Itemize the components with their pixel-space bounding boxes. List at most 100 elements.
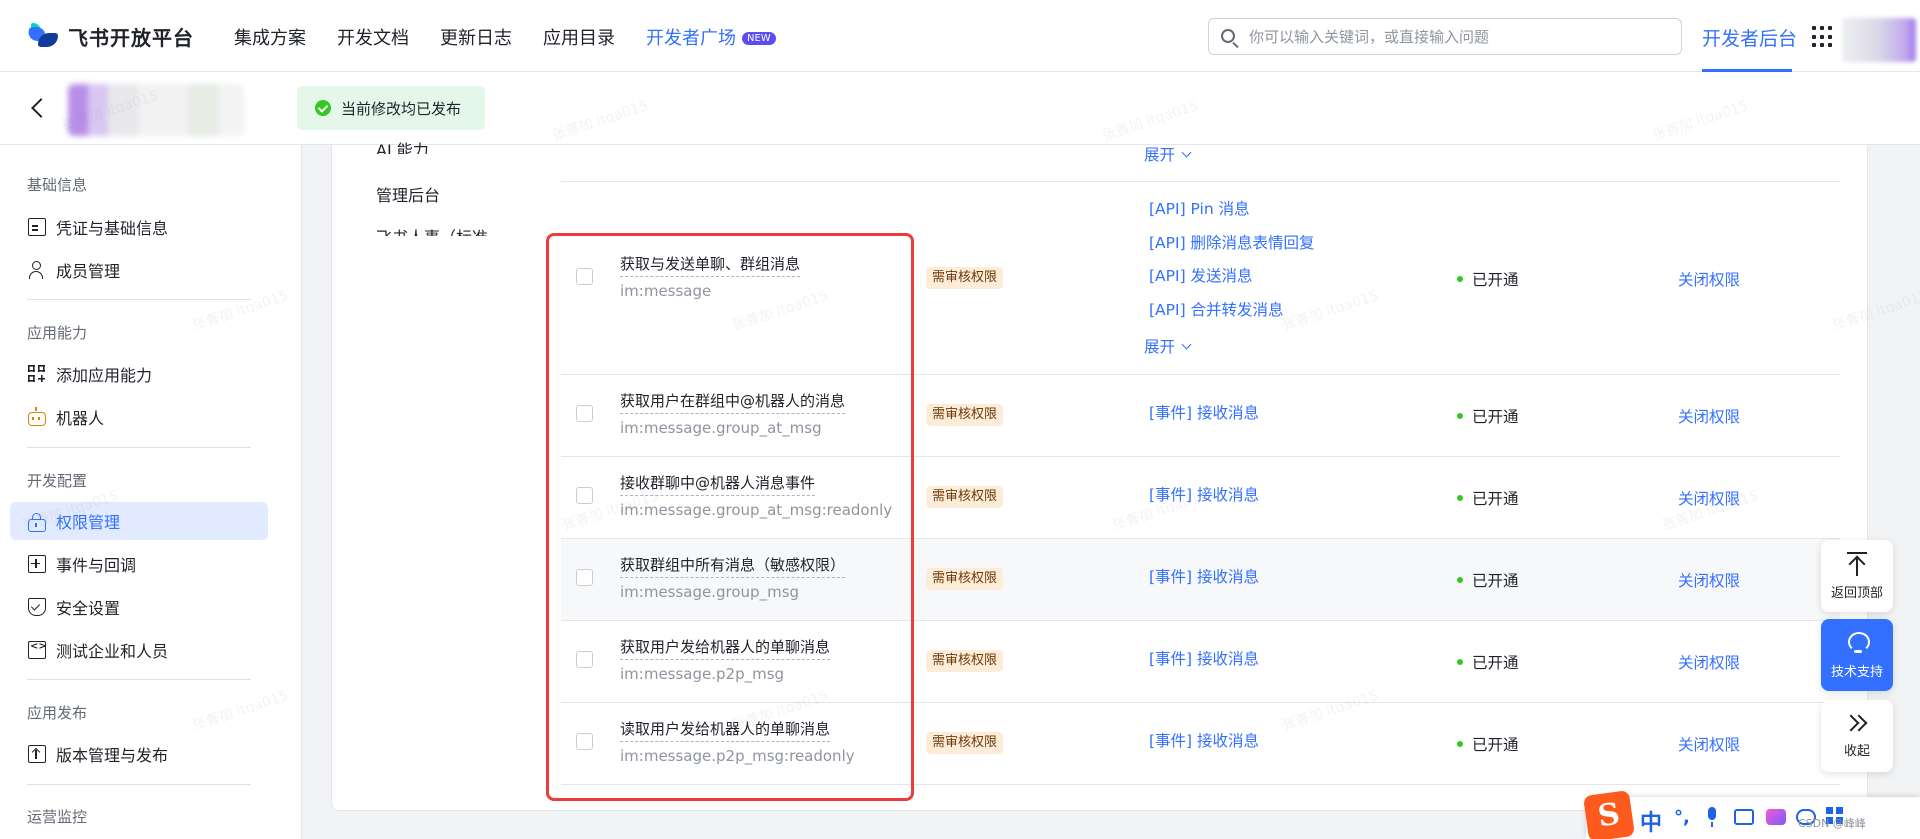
sidebar: 基础信息 凭证与基础信息 成员管理 应用能力 添加应用能力 机器人 开发配置 权… bbox=[0, 145, 302, 839]
sidebar-item-add-capability[interactable]: 添加应用能力 bbox=[10, 355, 268, 393]
category-corehr[interactable]: 飞书人事（标准 bbox=[376, 224, 488, 236]
robot-icon bbox=[28, 407, 46, 426]
permission-name: 接收群聊中@机器人消息事件 bbox=[620, 472, 816, 496]
status-dot-icon bbox=[1457, 413, 1463, 419]
keyboard-icon[interactable] bbox=[1734, 809, 1754, 825]
permission-list-card bbox=[331, 145, 1868, 811]
api-link[interactable]: [事件] 接收消息 bbox=[1149, 647, 1259, 669]
category-ai[interactable]: AI 能力 bbox=[376, 137, 429, 154]
row-divider bbox=[561, 702, 1840, 703]
expand-link[interactable]: 展开 bbox=[1144, 143, 1192, 165]
review-required-tag: 需审核权限 bbox=[926, 267, 1004, 289]
sidebar-section-basic: 基础信息 bbox=[27, 176, 88, 194]
sidebar-item-label: 成员管理 bbox=[56, 262, 121, 281]
sidebar-item-permissions[interactable]: 权限管理 bbox=[10, 502, 268, 540]
status-badge: 已开通 bbox=[1457, 487, 1519, 509]
permission-checkbox[interactable] bbox=[576, 569, 593, 586]
collapse-label: 收起 bbox=[1843, 743, 1870, 759]
tech-support-button[interactable]: 技术支持 bbox=[1821, 619, 1893, 691]
headset-icon bbox=[1845, 631, 1870, 655]
microphone-icon[interactable] bbox=[1702, 807, 1722, 827]
user-avatar[interactable] bbox=[1842, 18, 1916, 62]
permission-checkbox[interactable] bbox=[576, 651, 593, 668]
event-icon bbox=[28, 555, 46, 573]
sogou-ime-logo[interactable]: S bbox=[1583, 790, 1635, 839]
api-link[interactable]: [事件] 接收消息 bbox=[1149, 401, 1259, 423]
api-link[interactable]: [API] Pin 消息 bbox=[1149, 197, 1250, 219]
top-nav: 飞书开放平台 集成方案 开发文档 更新日志 应用目录 开发者广场 NEW 开发者后… bbox=[0, 0, 1920, 72]
permission-icon bbox=[28, 512, 46, 532]
category-admin[interactable]: 管理后台 bbox=[376, 182, 440, 206]
nav-link-developer-plaza-label: 开发者广场 bbox=[646, 28, 736, 49]
close-permission-button[interactable]: 关闭权限 bbox=[1678, 487, 1740, 509]
review-required-tag: 需审核权限 bbox=[926, 650, 1004, 672]
sidebar-item-credentials[interactable]: 凭证与基础信息 bbox=[10, 208, 268, 246]
sidebar-divider bbox=[27, 679, 251, 680]
search-icon bbox=[1221, 29, 1235, 43]
publish-status-text: 当前修改均已发布 bbox=[341, 99, 462, 118]
sidebar-item-label: 版本管理与发布 bbox=[56, 746, 169, 765]
api-link[interactable]: [API] 合并转发消息 bbox=[1149, 298, 1284, 320]
api-link[interactable]: [API] 发送消息 bbox=[1149, 264, 1253, 286]
close-permission-button[interactable]: 关闭权限 bbox=[1678, 733, 1740, 755]
status-badge: 已开通 bbox=[1457, 268, 1519, 290]
add-capability-icon bbox=[28, 365, 46, 383]
close-permission-button[interactable]: 关闭权限 bbox=[1678, 651, 1740, 673]
credential-icon bbox=[28, 218, 46, 236]
sidebar-divider bbox=[27, 784, 251, 785]
app-grid-icon[interactable] bbox=[1812, 26, 1834, 48]
sidebar-item-security[interactable]: 安全设置 bbox=[10, 588, 268, 626]
status-dot-icon bbox=[1457, 276, 1463, 282]
collapse-button[interactable]: 收起 bbox=[1821, 700, 1893, 772]
punctuation-icon[interactable] bbox=[1674, 807, 1694, 827]
permission-code: im:message.p2p_msg bbox=[620, 665, 785, 683]
csdn-watermark-text: CSDN @峰峰 bbox=[1798, 817, 1866, 830]
back-to-top-button[interactable]: 返回顶部 bbox=[1821, 540, 1893, 612]
double-chevron-right-icon bbox=[1842, 714, 1869, 734]
api-link[interactable]: [事件] 接收消息 bbox=[1149, 565, 1259, 587]
permission-name: 获取与发送单聊、群组消息 bbox=[620, 253, 801, 277]
permission-checkbox[interactable] bbox=[576, 487, 593, 504]
back-to-top-label: 返回顶部 bbox=[1830, 585, 1883, 601]
permission-code: im:message.group_at_msg bbox=[620, 419, 822, 437]
sidebar-item-robot[interactable]: 机器人 bbox=[10, 398, 268, 436]
api-link[interactable]: [事件] 接收消息 bbox=[1149, 483, 1259, 505]
sidebar-item-test-tenants[interactable]: 测试企业和人员 bbox=[10, 631, 268, 669]
sidebar-item-version-release[interactable]: 版本管理与发布 bbox=[10, 735, 268, 773]
permission-checkbox[interactable] bbox=[576, 405, 593, 422]
search-box bbox=[1208, 18, 1682, 55]
permission-checkbox[interactable] bbox=[576, 268, 593, 285]
permission-code: im:message.p2p_msg:readonly bbox=[620, 747, 855, 765]
nav-link-app-directory[interactable]: 应用目录 bbox=[543, 24, 615, 50]
nav-link-docs[interactable]: 开发文档 bbox=[337, 24, 409, 50]
back-arrow-icon[interactable] bbox=[28, 96, 48, 120]
api-link[interactable]: [事件] 接收消息 bbox=[1149, 729, 1259, 751]
sidebar-section-capabilities: 应用能力 bbox=[27, 324, 88, 342]
app-identity-blurred bbox=[68, 84, 244, 136]
nav-link-changelog[interactable]: 更新日志 bbox=[440, 24, 512, 50]
sidebar-item-events[interactable]: 事件与回调 bbox=[10, 545, 268, 583]
expand-label: 展开 bbox=[1144, 146, 1176, 164]
app-header: 当前修改均已发布 bbox=[0, 72, 1920, 145]
search-input[interactable] bbox=[1249, 25, 1669, 49]
sidebar-item-members[interactable]: 成员管理 bbox=[10, 251, 268, 289]
sidebar-item-label: 事件与回调 bbox=[56, 556, 137, 575]
skin-icon[interactable] bbox=[1766, 809, 1786, 825]
close-permission-button[interactable]: 关闭权限 bbox=[1678, 268, 1740, 290]
status-text: 已开通 bbox=[1472, 736, 1519, 754]
ime-language-toggle[interactable]: 中 bbox=[1640, 805, 1662, 837]
sidebar-section-release: 应用发布 bbox=[27, 704, 88, 722]
expand-link[interactable]: 展开 bbox=[1144, 335, 1192, 357]
permission-checkbox[interactable] bbox=[576, 733, 593, 750]
nav-link-developer-plaza[interactable]: 开发者广场 NEW bbox=[646, 24, 776, 50]
status-badge: 已开通 bbox=[1457, 651, 1519, 673]
feishu-logo[interactable]: 飞书开放平台 bbox=[26, 22, 194, 51]
developer-backend-link[interactable]: 开发者后台 bbox=[1702, 24, 1797, 51]
permission-name: 获取用户在群组中@机器人的消息 bbox=[620, 390, 846, 414]
api-link[interactable]: [API] 删除消息表情回复 bbox=[1149, 231, 1315, 253]
tech-support-label: 技术支持 bbox=[1830, 664, 1883, 680]
close-permission-button[interactable]: 关闭权限 bbox=[1678, 569, 1740, 591]
nav-link-solutions[interactable]: 集成方案 bbox=[234, 24, 306, 50]
status-dot-icon bbox=[1457, 741, 1463, 747]
close-permission-button[interactable]: 关闭权限 bbox=[1678, 405, 1740, 427]
